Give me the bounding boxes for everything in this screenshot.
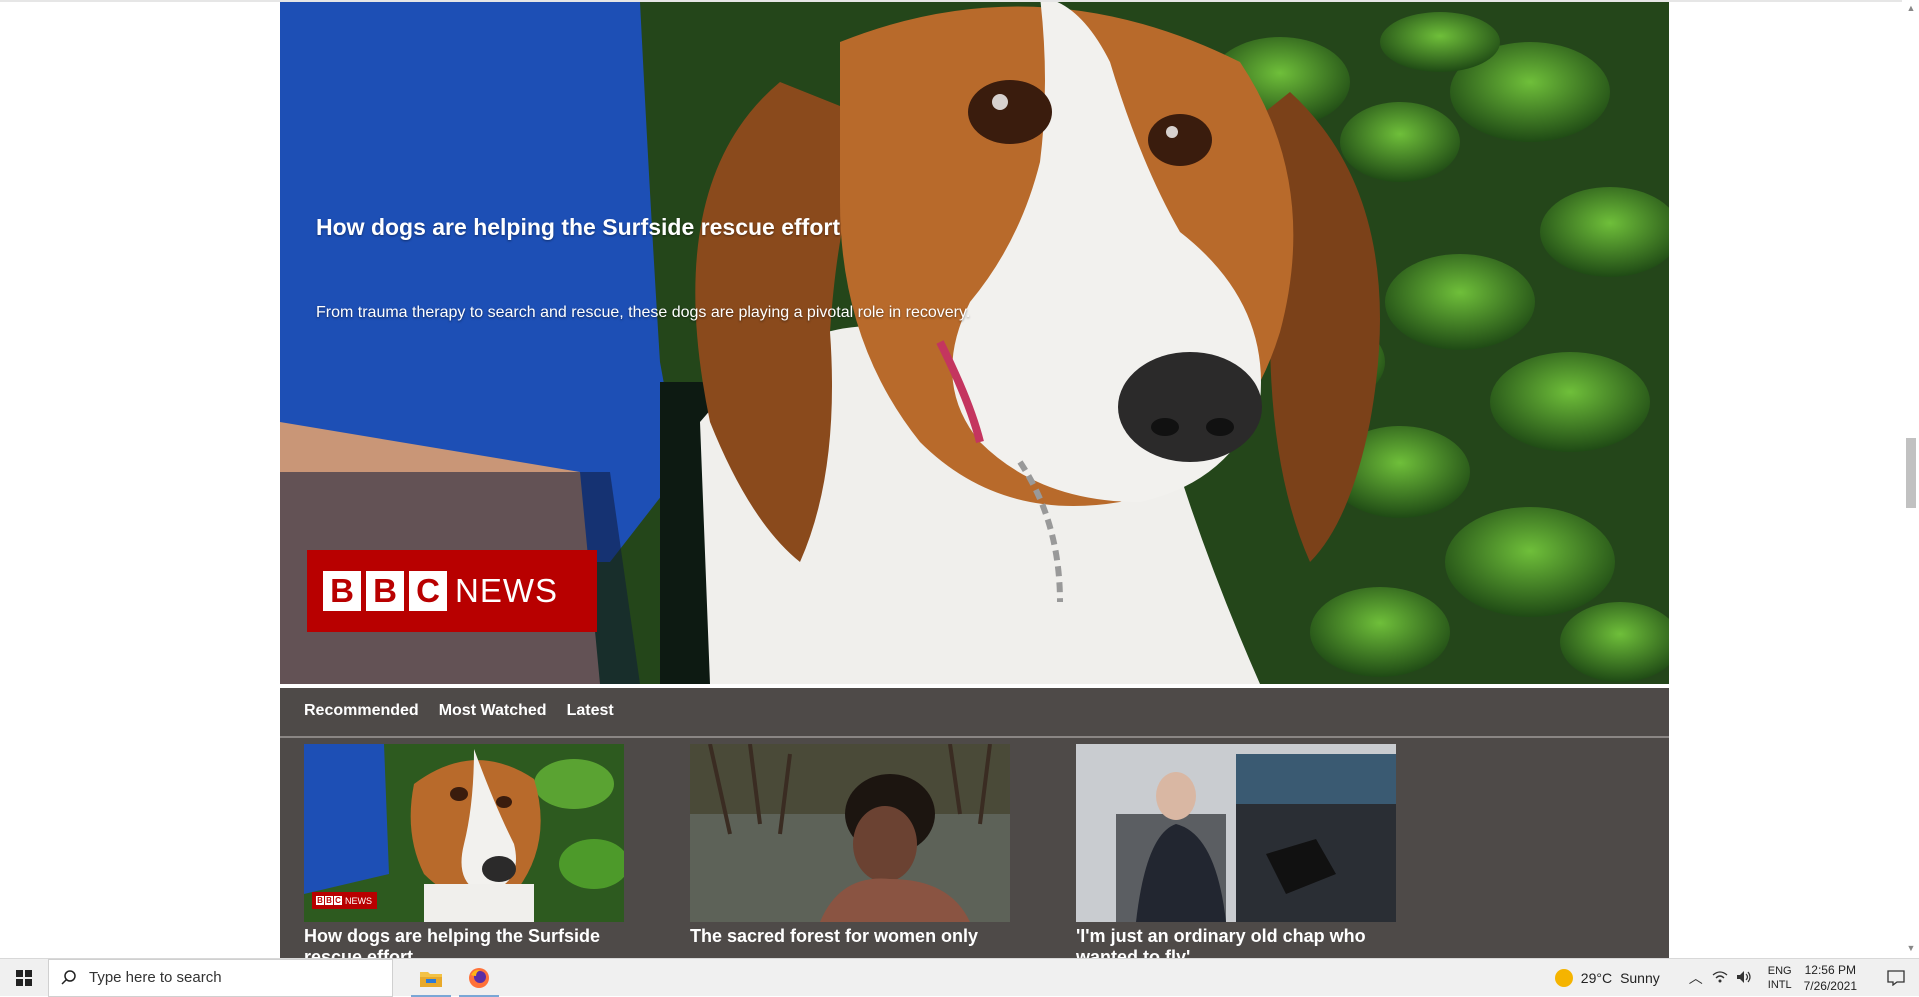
scroll-up-arrow-icon[interactable]: ▲	[1906, 3, 1916, 13]
lang-code: ENG	[1767, 965, 1792, 977]
video-card[interactable]: The sacred forest for women only	[690, 744, 1010, 958]
input-language[interactable]: ENG INTL	[1768, 964, 1792, 992]
clock-time: 12:56 PM	[1804, 963, 1856, 977]
hero-video[interactable]: How dogs are helping the Surfside rescue…	[280, 2, 1669, 684]
weather-widget[interactable]: 29°C Sunny	[1554, 969, 1660, 987]
notification-button[interactable]	[1873, 959, 1919, 997]
start-button[interactable]	[0, 959, 48, 997]
hero-title[interactable]: How dogs are helping the Surfside rescue…	[316, 214, 840, 241]
logo-letter: B	[325, 896, 333, 905]
file-explorer-icon	[420, 971, 442, 987]
logo-letter: B	[366, 571, 404, 611]
video-thumbnail[interactable]	[690, 744, 1010, 922]
logo-letter: C	[334, 896, 342, 905]
tab-recommended[interactable]: Recommended	[304, 702, 419, 720]
weather-temp: 29°C	[1580, 970, 1613, 986]
sun-icon	[1554, 969, 1573, 987]
hero-description: From trauma therapy to search and rescue…	[316, 304, 971, 321]
search-icon	[61, 969, 76, 985]
volume-icon[interactable]	[1732, 970, 1756, 987]
logo-letter: C	[409, 571, 447, 611]
video-thumbnail[interactable]: B B C NEWS	[304, 744, 624, 922]
bbc-news-logo: B B C NEWS	[307, 550, 597, 632]
video-card-title[interactable]: 'I'm just an ordinary old chap who wante…	[1076, 926, 1396, 958]
firefox-icon	[469, 967, 489, 988]
logo-word: NEWS	[345, 895, 372, 906]
notification-icon	[1887, 970, 1905, 986]
tab-latest[interactable]: Latest	[567, 702, 614, 720]
taskbar-app-firefox[interactable]	[455, 959, 503, 997]
clock-date: 7/26/2021	[1803, 979, 1857, 993]
logo-word: NEWS	[455, 572, 558, 609]
video-card-title[interactable]: The sacred forest for women only	[690, 926, 1010, 958]
video-list-panel: Recommended Most Watched Latest B B C NE…	[280, 688, 1669, 958]
logo-letter: B	[323, 571, 361, 611]
tab-bar: Recommended Most Watched Latest	[304, 702, 614, 720]
clock[interactable]: 12:56 PM 7/26/2021	[1804, 962, 1857, 994]
divider	[280, 736, 1669, 738]
logo-letter: B	[316, 896, 324, 905]
video-card-title[interactable]: How dogs are helping the Surfside rescue…	[304, 926, 624, 958]
taskbar-app-file-explorer[interactable]	[407, 959, 455, 997]
web-page: How dogs are helping the Surfside rescue…	[0, 0, 1919, 958]
chevron-up-icon[interactable]: ︿	[1684, 968, 1708, 988]
bbc-news-mini-logo: B B C NEWS	[312, 892, 377, 909]
scroll-down-arrow-icon[interactable]: ▼	[1906, 943, 1916, 953]
scroll-thumb[interactable]	[1906, 438, 1916, 508]
video-cards: B B C NEWS How dogs are helping the Surf…	[304, 744, 1396, 958]
lang-layout: INTL	[1767, 979, 1792, 991]
weather-text: Sunny	[1620, 970, 1660, 986]
windows-icon	[16, 969, 32, 986]
video-card[interactable]: 'I'm just an ordinary old chap who wante…	[1076, 744, 1396, 958]
taskbar-search-box[interactable]: Type here to search	[48, 958, 393, 997]
search-placeholder: Type here to search	[89, 969, 222, 986]
taskbar: Type here to search 29°C Sunny ︿ ENG INT…	[0, 958, 1919, 997]
system-tray: 29°C Sunny ︿ ENG INTL 12:56 PM 7/26/2021	[1554, 959, 1919, 997]
tab-most-watched[interactable]: Most Watched	[439, 702, 547, 720]
video-thumbnail[interactable]	[1076, 744, 1396, 922]
network-icon[interactable]	[1708, 970, 1732, 987]
video-card[interactable]: B B C NEWS How dogs are helping the Surf…	[304, 744, 624, 958]
page-scrollbar[interactable]: ▲ ▼	[1902, 0, 1919, 958]
